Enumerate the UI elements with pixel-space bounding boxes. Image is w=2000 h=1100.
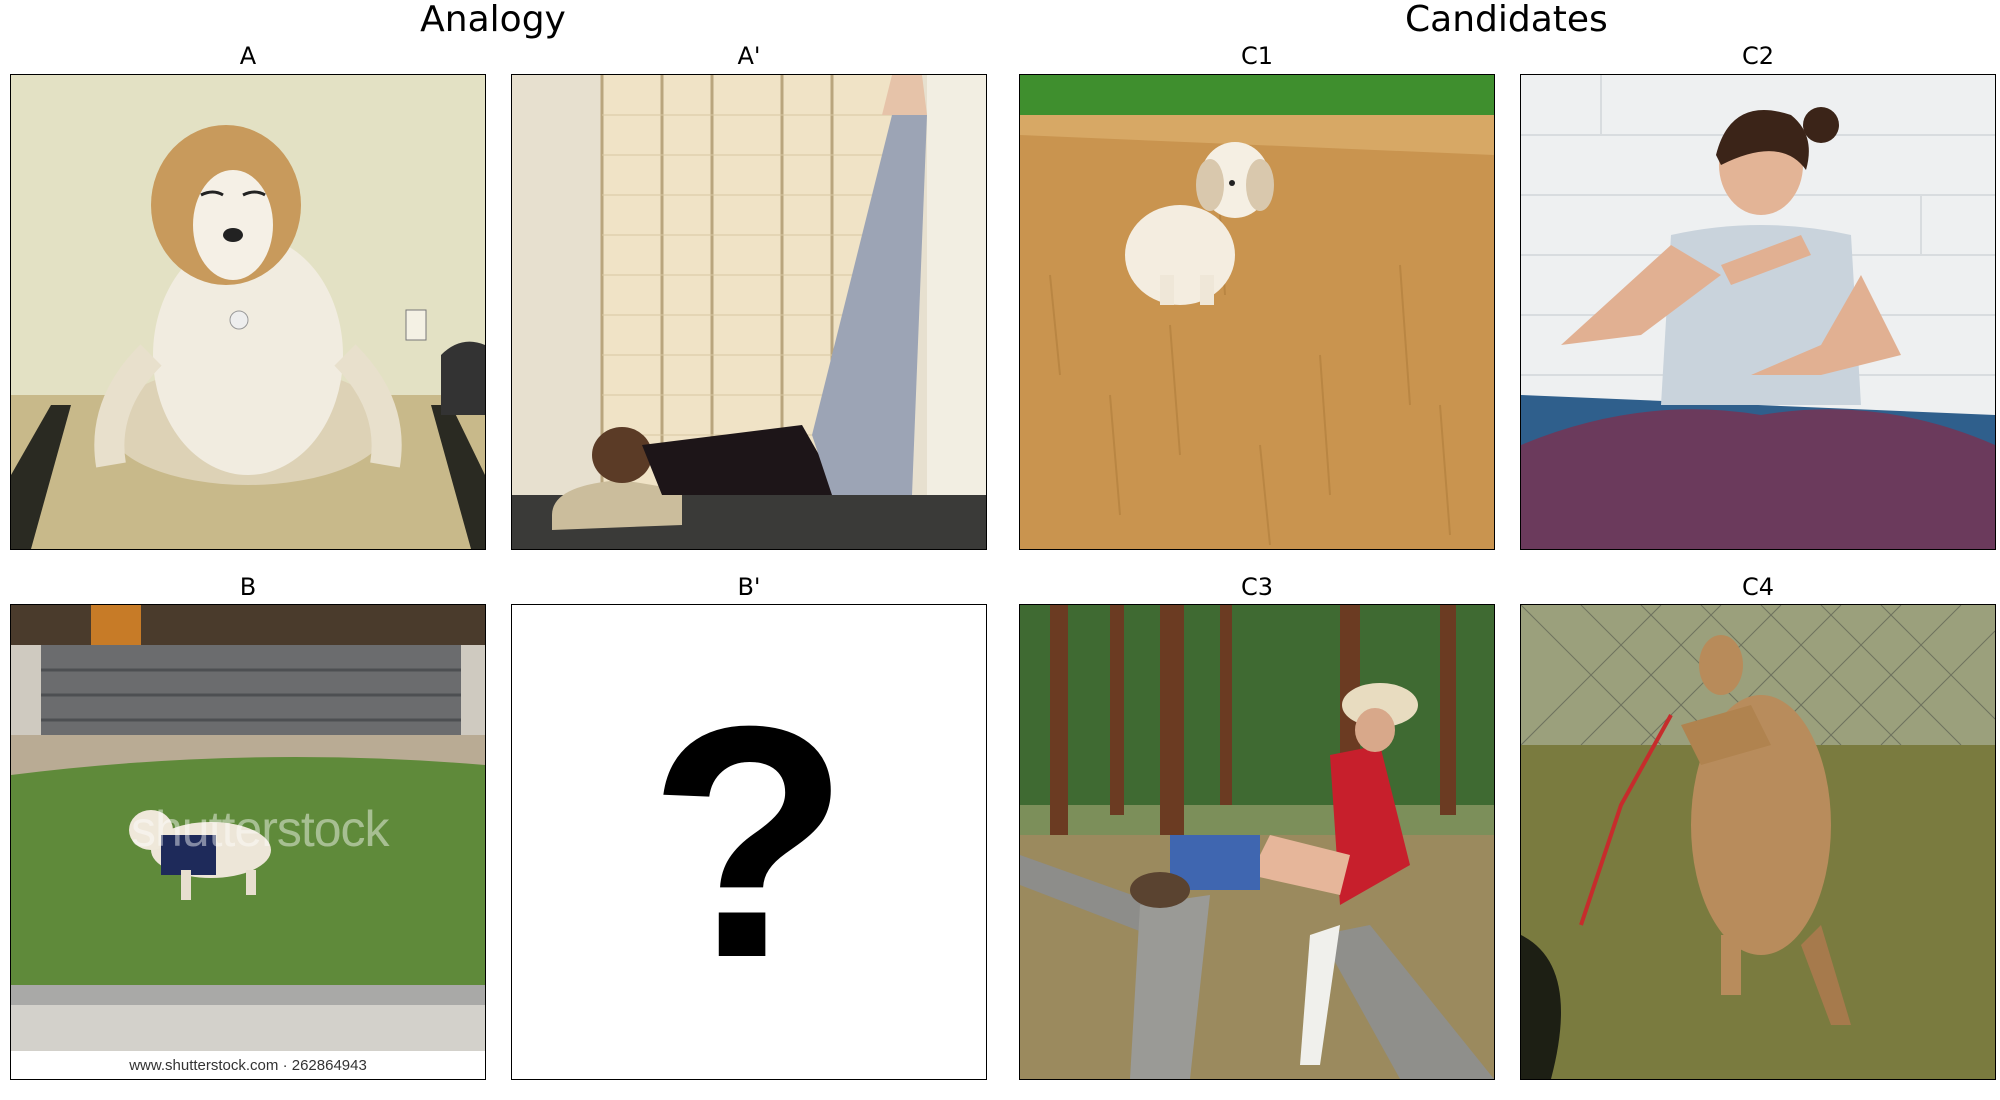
panel-label-c4: C4 bbox=[1741, 573, 1775, 601]
question-mark: ? bbox=[648, 657, 850, 1026]
panel-label-b-prime: B' bbox=[737, 573, 761, 601]
analogy-header: Analogy bbox=[420, 0, 566, 40]
watermark-overlay: shutterstock bbox=[131, 801, 390, 857]
image-c4-dog-at-fence bbox=[1520, 604, 1996, 1080]
image-c2-woman-meditating bbox=[1520, 74, 1996, 550]
candidates-header: Candidates bbox=[1405, 0, 1608, 40]
panel-label-c2: C2 bbox=[1741, 42, 1775, 70]
panel-label-a: A bbox=[239, 42, 257, 70]
panel-label-a-prime: A' bbox=[737, 42, 761, 70]
image-b-prime-placeholder: ? bbox=[511, 604, 987, 1080]
image-a-meditating-dog bbox=[10, 74, 486, 550]
image-a-prime-woman-legs-up bbox=[511, 74, 987, 550]
image-c3-woman-in-forest bbox=[1019, 604, 1495, 1080]
panel-label-c3: C3 bbox=[1240, 573, 1274, 601]
panel-label-b: B bbox=[239, 573, 257, 601]
watermark-footer: www.shutterstock.com · 262864943 bbox=[11, 1051, 485, 1079]
image-c1-poodle-in-field bbox=[1019, 74, 1495, 550]
image-b-dog-on-grass: shutterstock www.shutterstock.com · 2628… bbox=[10, 604, 486, 1080]
panel-label-c1: C1 bbox=[1240, 42, 1274, 70]
